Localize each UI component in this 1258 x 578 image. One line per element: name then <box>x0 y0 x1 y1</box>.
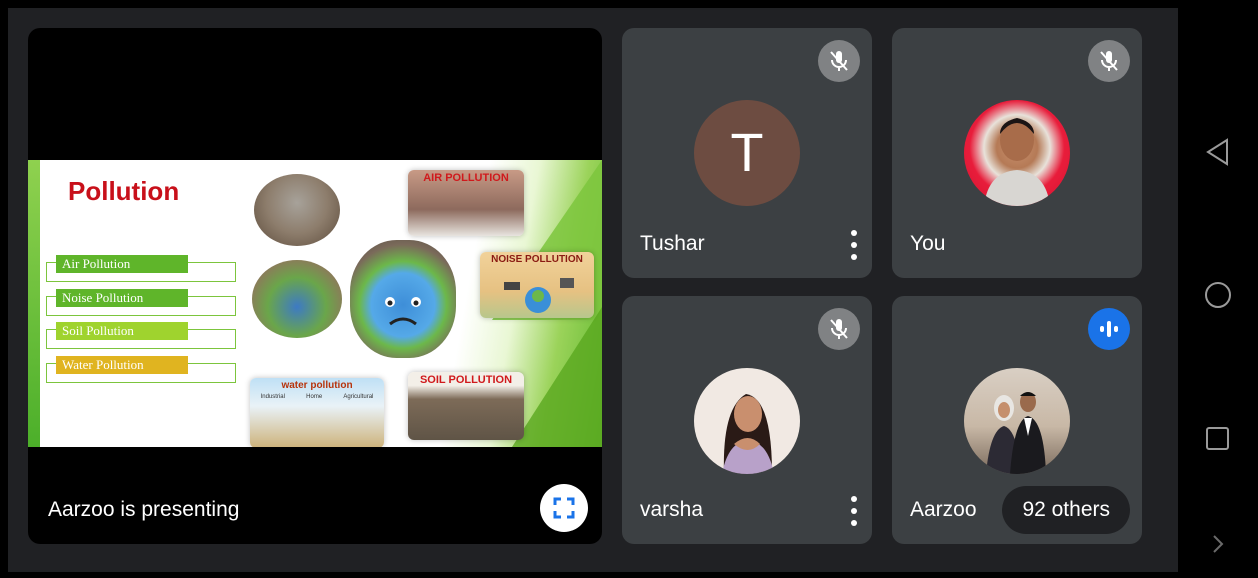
presenting-label: Aarzoo is presenting <box>48 498 240 521</box>
slide-decoration <box>512 307 602 447</box>
participant-name: You <box>910 232 946 255</box>
participant-tile-varsha[interactable]: varsha <box>622 296 872 544</box>
muted-badge <box>818 308 860 350</box>
noise-pollution-card: NOISE POLLUTION <box>480 252 594 318</box>
back-button[interactable] <box>1204 138 1232 166</box>
sad-earth-image <box>350 240 456 358</box>
speaking-badge <box>1088 308 1130 350</box>
fullscreen-button[interactable] <box>540 484 588 532</box>
mic-off-icon <box>830 319 848 339</box>
water-card-sublabels: Industrial Home Agricultural <box>250 394 384 400</box>
presentation-tile[interactable]: Pollution Air Pollution Noise Pollution … <box>28 28 602 544</box>
more-options-button[interactable] <box>848 230 860 260</box>
slide-type-noise: Noise Pollution <box>56 289 188 307</box>
more-options-button[interactable] <box>848 496 860 526</box>
pollution-image-factory <box>254 174 340 246</box>
slide-title: Pollution <box>68 176 180 206</box>
participant-tile-aarzoo[interactable]: Aarzoo 92 others <box>892 296 1142 544</box>
screen: Pollution Air Pollution Noise Pollution … <box>0 0 1258 578</box>
system-nav-bar <box>1178 0 1258 578</box>
soil-pollution-card: SOIL POLLUTION <box>408 372 524 440</box>
air-pollution-card: AIR POLLUTION <box>408 170 524 236</box>
avatar <box>964 100 1070 206</box>
fullscreen-icon <box>553 497 575 519</box>
muted-badge <box>818 40 860 82</box>
audio-level-icon <box>1100 321 1118 337</box>
slide-accent-bar <box>28 160 40 447</box>
chevron-right-icon <box>1213 535 1224 553</box>
avatar: T <box>694 100 800 206</box>
others-button[interactable]: 92 others <box>1002 486 1130 534</box>
muted-badge <box>1088 40 1130 82</box>
avatar <box>694 368 800 474</box>
water-pollution-card-label: water pollution <box>281 380 353 391</box>
participant-name: Aarzoo <box>910 498 977 521</box>
slide-type-water: Water Pollution <box>56 356 188 374</box>
nav-more-button[interactable] <box>1204 530 1232 558</box>
participant-tile-tushar[interactable]: T Tushar <box>622 28 872 278</box>
water-card-sublabel: Industrial <box>260 394 285 400</box>
air-pollution-card-label: AIR POLLUTION <box>423 172 509 184</box>
pollution-image-earth <box>252 260 342 338</box>
home-button[interactable] <box>1204 281 1232 309</box>
home-circle-icon <box>1205 282 1231 308</box>
soil-pollution-card-label: SOIL POLLUTION <box>419 374 513 386</box>
recents-button[interactable] <box>1204 425 1232 453</box>
participant-tile-you[interactable]: You <box>892 28 1142 278</box>
mic-off-icon <box>1100 51 1118 71</box>
water-pollution-card: water pollution Industrial Home Agricult… <box>250 378 384 447</box>
presentation-slide: Pollution Air Pollution Noise Pollution … <box>28 160 602 447</box>
mic-off-icon <box>830 51 848 71</box>
participant-name: Tushar <box>640 232 705 255</box>
avatar <box>964 368 1070 474</box>
back-triangle-icon <box>1206 138 1228 166</box>
participant-name: varsha <box>640 498 704 521</box>
slide-type-soil: Soil Pollution <box>56 322 188 340</box>
water-card-sublabel: Home <box>306 394 323 400</box>
water-card-sublabel: Agricultural <box>343 394 374 400</box>
slide-type-air: Air Pollution <box>56 255 188 273</box>
recents-square-icon <box>1206 427 1229 450</box>
